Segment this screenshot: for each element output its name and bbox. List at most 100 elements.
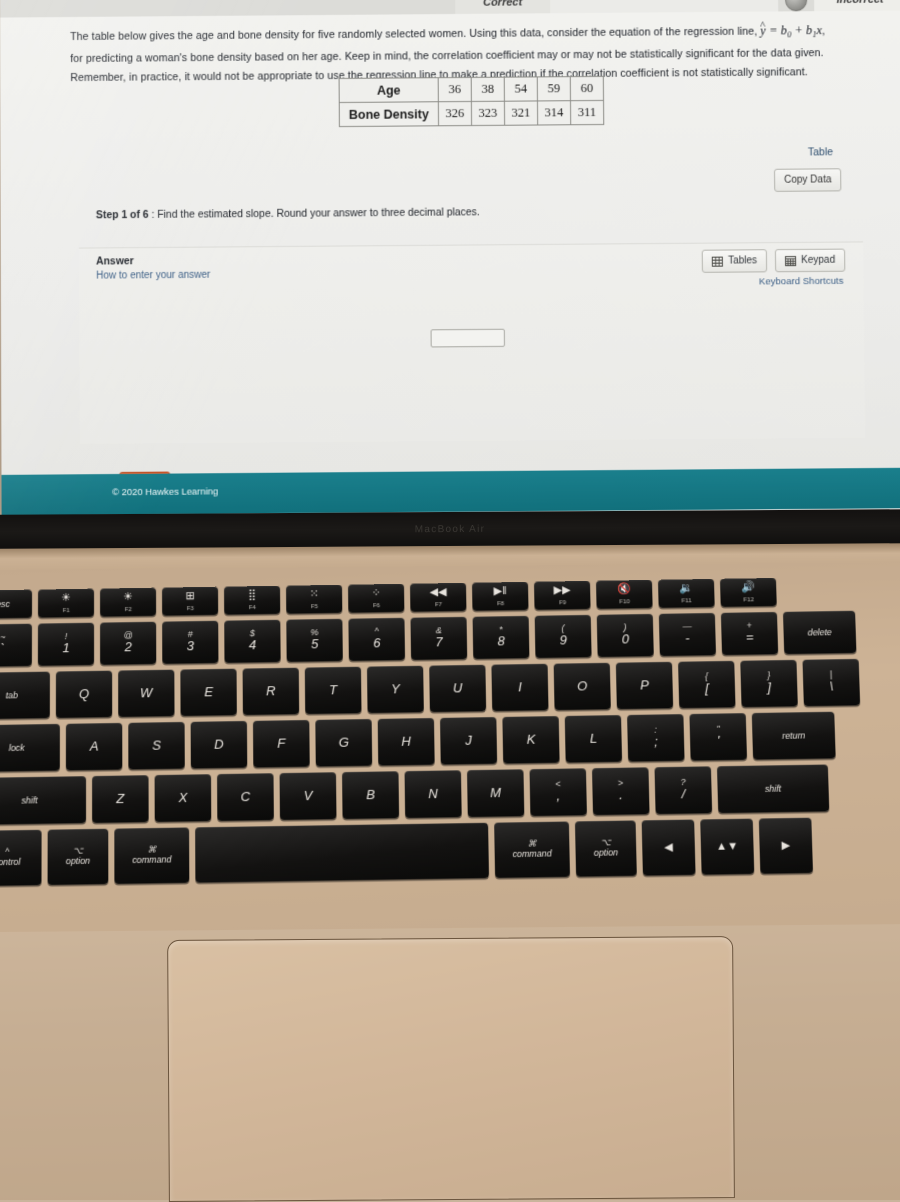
key-v[interactable]: V — [280, 772, 337, 820]
key-i[interactable]: I — [491, 664, 548, 711]
key-[interactable]: ◀◀F7 — [410, 583, 466, 612]
key-c[interactable]: C — [217, 773, 274, 821]
key-[interactable]: ⁙F5 — [286, 585, 342, 614]
keypad-button[interactable]: Keypad — [775, 249, 845, 273]
key-n[interactable]: N — [405, 770, 462, 818]
key-p[interactable]: P — [616, 662, 673, 709]
key-z[interactable]: Z — [92, 775, 149, 823]
key-h[interactable]: H — [378, 718, 435, 765]
key-[interactable]: ?/ — [654, 766, 712, 814]
key-6[interactable]: ^6 — [348, 618, 405, 661]
key-y[interactable]: Y — [367, 666, 424, 713]
key-top-label: — — [683, 622, 692, 631]
how-to-enter-answer-link[interactable]: How to enter your answer — [96, 270, 210, 282]
key-t[interactable]: T — [305, 667, 362, 714]
copy-data-button[interactable]: Copy Data — [774, 168, 842, 192]
key-main-label: 0 — [622, 632, 630, 647]
key-o[interactable]: O — [554, 663, 611, 710]
key-control[interactable]: ^control — [0, 830, 42, 886]
key-r[interactable]: R — [243, 668, 300, 715]
key-main-label: C — [241, 789, 251, 804]
key-main-label: Y — [391, 682, 400, 697]
key-0[interactable]: )0 — [597, 614, 654, 657]
key-main-label: ◀ — [664, 841, 673, 854]
key-k[interactable]: K — [502, 716, 559, 763]
key-q[interactable]: Q — [56, 671, 112, 718]
key-option[interactable]: ⌥option — [48, 829, 109, 885]
key-blank[interactable] — [195, 823, 489, 883]
key-[interactable]: 🔊F12 — [720, 578, 777, 607]
keyboard-shortcuts-link[interactable]: Keyboard Shortcuts — [759, 276, 844, 288]
key-[interactable]: }] — [740, 660, 798, 707]
key-1[interactable]: !1 — [38, 623, 94, 666]
key-a[interactable]: A — [66, 723, 122, 770]
key-esc[interactable]: esc — [0, 590, 32, 619]
key-[interactable]: ⊞F3 — [162, 587, 218, 616]
key-main-label: U — [453, 681, 463, 696]
key-[interactable]: |\ — [802, 659, 860, 706]
key-[interactable]: {[ — [678, 661, 735, 708]
key-2[interactable]: @2 — [100, 622, 156, 665]
key-f[interactable]: F — [253, 720, 310, 767]
key-[interactable]: ⣿F4 — [224, 586, 280, 615]
key-option[interactable]: ⌥option — [575, 820, 637, 876]
key-3[interactable]: #3 — [162, 621, 218, 664]
key-lock[interactable]: lock — [0, 724, 60, 772]
key-[interactable]: ☀F2 — [100, 588, 156, 617]
key-d[interactable]: D — [191, 721, 248, 768]
key-shift[interactable]: shift — [0, 776, 86, 825]
key-7[interactable]: &7 — [410, 617, 467, 660]
key-main-label: W — [140, 686, 152, 701]
key-u[interactable]: U — [429, 665, 486, 712]
table-row: Bone Density 326 323 321 314 311 — [339, 100, 603, 126]
key-l[interactable]: L — [565, 715, 622, 762]
key-[interactable]: 🔉F11 — [658, 579, 715, 608]
key-8[interactable]: *8 — [473, 616, 530, 659]
key-main-label: Z — [116, 791, 124, 806]
key-[interactable]: ▶▶F9 — [534, 581, 591, 610]
key-4[interactable]: $4 — [224, 620, 280, 663]
keypad-icon — [785, 256, 796, 266]
profile-avatar-icon[interactable] — [778, 0, 814, 11]
key-[interactable]: <, — [530, 768, 587, 816]
key-main-label: ◀◀ — [430, 586, 447, 599]
key-9[interactable]: (9 — [535, 615, 592, 658]
key-x[interactable]: X — [155, 774, 212, 822]
key-w[interactable]: W — [118, 670, 174, 717]
step-text: Find the estimated slope. Round your ans… — [157, 207, 480, 221]
answer-label: Answer — [96, 256, 134, 267]
key-[interactable]: "' — [689, 713, 747, 760]
key-main-label: 1 — [62, 641, 69, 656]
trackpad[interactable] — [167, 936, 735, 1202]
key-[interactable]: += — [721, 612, 778, 655]
key-b[interactable]: B — [342, 771, 399, 819]
key-[interactable]: :; — [627, 714, 684, 761]
key-g[interactable]: G — [315, 719, 372, 766]
key-e[interactable]: E — [180, 669, 236, 716]
key-delete[interactable]: delete — [783, 611, 856, 654]
key-[interactable]: ▶ — [759, 818, 813, 874]
tables-button[interactable]: Tables — [702, 249, 767, 273]
key-return[interactable]: return — [752, 712, 836, 760]
key-[interactable]: ~` — [0, 624, 32, 667]
key-5[interactable]: %5 — [286, 619, 343, 662]
key-main-label: ` — [1, 642, 5, 657]
key-command[interactable]: ⌘command — [114, 827, 189, 883]
key-s[interactable]: S — [128, 722, 185, 769]
key-m[interactable]: M — [467, 769, 524, 817]
key-[interactable]: ☀F1 — [38, 589, 94, 618]
step-instruction: Step 1 of 6 : Find the estimated slope. … — [96, 207, 480, 221]
key-tab[interactable]: tab — [0, 672, 50, 720]
key-[interactable]: ▲▼ — [700, 819, 754, 875]
key-[interactable]: 🔇F10 — [596, 580, 653, 609]
key-shift[interactable]: shift — [717, 764, 829, 813]
key-[interactable]: —- — [659, 613, 716, 656]
key-[interactable]: ▶‖F8 — [472, 582, 529, 611]
key-[interactable]: ⁘F6 — [348, 584, 404, 613]
key-[interactable]: >. — [592, 767, 650, 815]
answer-input[interactable] — [431, 329, 505, 348]
key-command[interactable]: ⌘command — [494, 821, 570, 877]
key-[interactable]: ◀ — [642, 820, 696, 876]
key-j[interactable]: J — [440, 717, 497, 764]
key-main-label: 4 — [249, 638, 256, 653]
